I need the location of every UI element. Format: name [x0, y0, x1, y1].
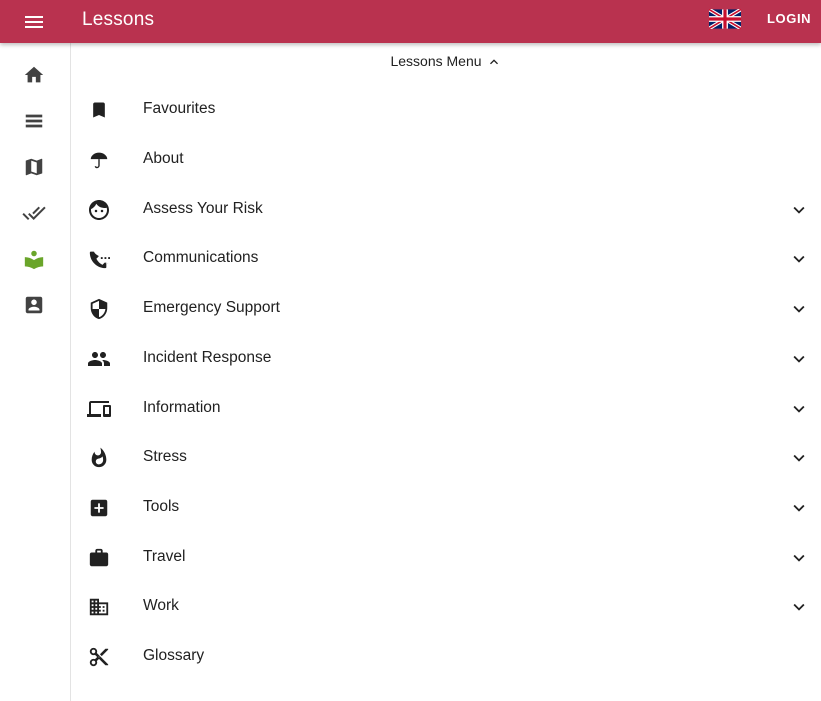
lesson-item-label: Communications — [143, 249, 259, 266]
chevron-down-icon[interactable] — [787, 595, 811, 619]
lesson-item-communications[interactable]: Communications — [71, 235, 821, 283]
lesson-item-label: Information — [143, 399, 221, 416]
map-icon[interactable] — [22, 155, 46, 179]
lesson-item-glossary[interactable]: Glossary — [71, 633, 821, 681]
lesson-item-information[interactable]: Information — [71, 385, 821, 433]
shield-icon — [87, 297, 111, 321]
hamburger-menu-icon[interactable] — [22, 10, 46, 34]
lesson-item-about[interactable]: About — [71, 136, 821, 184]
chevron-down-icon[interactable] — [787, 546, 811, 570]
lesson-item-work[interactable]: Work — [71, 583, 821, 631]
medical-cross-icon — [87, 496, 111, 520]
chevron-down-icon[interactable] — [787, 347, 811, 371]
lesson-item-label: Favourites — [143, 100, 216, 117]
umbrella-icon — [87, 148, 111, 172]
office-building-icon — [87, 595, 111, 619]
lesson-item-favourites[interactable]: Favourites — [71, 86, 821, 134]
lesson-item-travel[interactable]: Travel — [71, 534, 821, 582]
lesson-item-label: About — [143, 150, 184, 167]
lesson-item-stress[interactable]: Stress — [71, 434, 821, 482]
lesson-item-label: Stress — [143, 448, 187, 465]
contact-card-icon[interactable] — [22, 293, 46, 317]
lesson-item-label: Tools — [143, 498, 180, 515]
uk-flag-icon[interactable] — [708, 7, 742, 31]
chevron-down-icon[interactable] — [787, 397, 811, 421]
login-button[interactable]: LOGIN — [767, 11, 811, 26]
bookmark-icon — [87, 98, 111, 122]
app-bar: Lessons LOGIN — [0, 0, 821, 43]
lesson-item-assess-your-risk[interactable]: Assess Your Risk — [71, 186, 821, 234]
phone-dialing-icon — [87, 247, 111, 271]
chevron-up-icon — [489, 58, 498, 64]
chevron-down-icon[interactable] — [787, 247, 811, 271]
chevron-down-icon[interactable] — [787, 297, 811, 321]
double-check-icon[interactable] — [22, 201, 46, 225]
home-icon[interactable] — [22, 63, 46, 87]
lesson-item-label: Travel — [143, 548, 186, 565]
page-title: Lessons — [82, 9, 155, 30]
view-list-icon[interactable] — [22, 109, 46, 133]
lessons-menu-toggle[interactable]: Lessons Menu — [71, 51, 821, 71]
people-icon — [87, 347, 111, 371]
lesson-item-label: Glossary — [143, 647, 205, 664]
face-icon — [87, 198, 111, 222]
lesson-book-icon[interactable] — [22, 247, 46, 271]
chevron-down-icon[interactable] — [787, 198, 811, 222]
scissors-icon — [87, 645, 111, 669]
lesson-item-label: Assess Your Risk — [143, 200, 263, 217]
lesson-item-label: Work — [143, 597, 179, 614]
lesson-item-tools[interactable]: Tools — [71, 484, 821, 532]
briefcase-icon — [87, 546, 111, 570]
lessons-menu-panel: Lessons Menu Favourites About Assess You… — [71, 43, 821, 701]
lesson-item-label: Emergency Support — [143, 299, 280, 316]
chevron-down-icon[interactable] — [787, 446, 811, 470]
chevron-down-icon[interactable] — [787, 496, 811, 520]
lessons-menu-title: Lessons Menu — [390, 53, 482, 69]
lesson-item-emergency-support[interactable]: Emergency Support — [71, 285, 821, 333]
lesson-item-incident-response[interactable]: Incident Response — [71, 335, 821, 383]
flame-icon — [87, 446, 111, 470]
navigation-rail — [0, 43, 71, 701]
lesson-item-label: Incident Response — [143, 349, 272, 366]
devices-icon — [87, 397, 111, 421]
